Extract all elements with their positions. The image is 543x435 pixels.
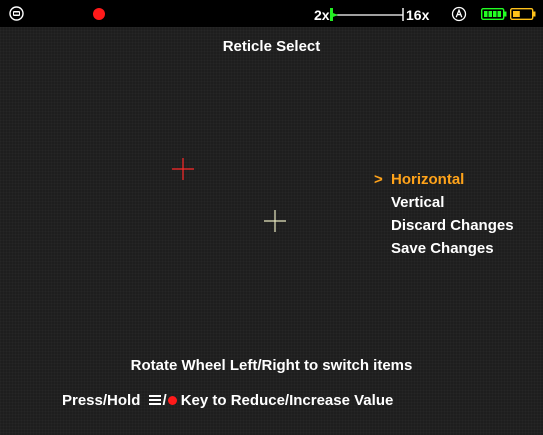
zoom-slider[interactable]	[329, 6, 405, 22]
hint-switch-items: Rotate Wheel Left/Right to switch items	[130, 357, 413, 374]
status-bar: 2x 16x	[0, 0, 543, 27]
hint-adjust-value: Press/Hold / Key to Reduce/Increase Value	[62, 392, 393, 409]
menu-key-icon	[148, 395, 161, 406]
battery-segment	[497, 11, 501, 17]
active-reticle	[172, 158, 194, 180]
menu-item-label: Vertical	[391, 194, 445, 211]
record-icon	[93, 8, 105, 20]
selection-cursor: >	[374, 171, 383, 188]
zoom-min-label: 2x	[314, 7, 330, 23]
internal-battery-icon	[510, 8, 536, 20]
page-title: Reticle Select	[222, 38, 321, 55]
sig-logo-icon	[9, 6, 24, 21]
hint-suffix: Key to Reduce/Increase Value	[180, 392, 394, 409]
menu-item-discard-changes[interactable]: Discard Changes	[374, 214, 514, 237]
record-key-icon	[167, 395, 177, 405]
hint-prefix: Press/Hold	[62, 392, 141, 409]
auto-mode-icon	[451, 6, 467, 22]
menu-item-label: Discard Changes	[391, 217, 514, 234]
menu-item-vertical[interactable]: Vertical	[374, 191, 514, 214]
menu-item-save-changes[interactable]: Save Changes	[374, 237, 514, 260]
zoom-max-label: 16x	[406, 7, 430, 23]
reticle-menu: > Horizontal Vertical Discard Changes Sa…	[374, 168, 514, 260]
reference-reticle	[264, 210, 286, 232]
reticle-select-screen: 2x 16x Reticle Select > Horizontal Verti…	[0, 0, 543, 435]
menu-item-label: Horizontal	[391, 171, 465, 188]
battery-segment	[484, 11, 488, 17]
hint-separator: /	[162, 392, 167, 409]
battery-segment	[493, 11, 497, 17]
menu-item-label: Save Changes	[391, 240, 494, 257]
battery-segment	[488, 11, 492, 17]
external-battery-icon	[481, 8, 507, 20]
menu-item-horizontal[interactable]: > Horizontal	[374, 168, 514, 191]
